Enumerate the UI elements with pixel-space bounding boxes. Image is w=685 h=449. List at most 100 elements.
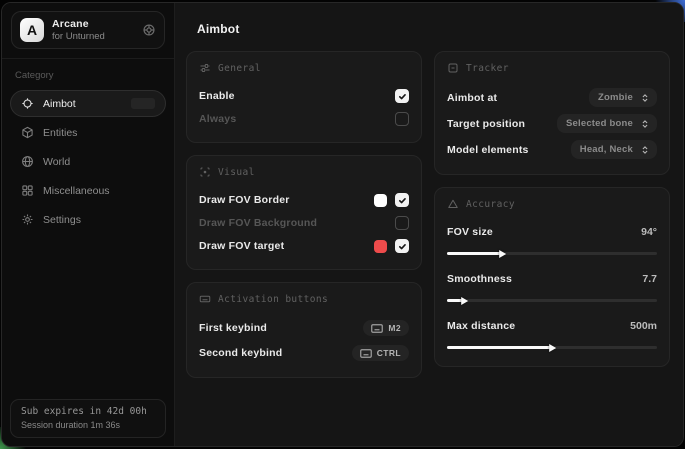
- smoothness-value: 7.7: [642, 273, 657, 285]
- fov-size-value: 94°: [641, 226, 657, 238]
- slider-fill: [447, 346, 552, 349]
- app-logo: A: [20, 18, 44, 42]
- section-title: Accuracy: [466, 199, 515, 210]
- fov-border-row: Draw FOV Border: [199, 189, 409, 211]
- aimbot-at-row: Aimbot at Zombie: [447, 85, 657, 110]
- fov-background-checkbox[interactable]: [395, 216, 409, 230]
- general-card: General Enable Always: [186, 51, 422, 143]
- slider-track: [447, 299, 657, 302]
- fov-background-row: Draw FOV Background: [199, 212, 409, 234]
- sidebar-item-label: Aimbot: [43, 98, 76, 110]
- fov-size-label: FOV size: [447, 226, 493, 238]
- sidebar-item-label: Entities: [43, 127, 77, 139]
- app-subtitle: for Unturned: [52, 31, 105, 42]
- smoothness-slider[interactable]: [447, 296, 657, 305]
- section-title: General: [218, 63, 261, 74]
- accuracy-section-header: Accuracy: [447, 198, 657, 210]
- subscription-info-box: Sub expires in 42d 00h Session duration …: [10, 399, 166, 438]
- sidebar-item-aimbot[interactable]: Aimbot: [10, 90, 166, 117]
- always-checkbox[interactable]: [395, 112, 409, 126]
- second-keybind-row: Second keybind CTRL: [199, 341, 409, 365]
- session-duration-text: Session duration 1m 36s: [21, 420, 155, 430]
- sub-expiry-text: Sub expires in 42d 00h: [21, 406, 155, 417]
- slider-thumb[interactable]: [549, 344, 556, 352]
- sidebar-nav: Category Aimbot Entities: [2, 59, 174, 235]
- activation-buttons-card: Activation buttons First keybind M2: [186, 282, 422, 378]
- target-position-select[interactable]: Selected bone: [557, 114, 657, 133]
- keybind-value: CTRL: [377, 348, 401, 358]
- always-row: Always: [199, 108, 409, 130]
- model-elements-select[interactable]: Head, Neck: [571, 140, 657, 159]
- aimbot-at-select[interactable]: Zombie: [589, 88, 657, 107]
- smoothness-row: Smoothness 7.7: [447, 268, 657, 290]
- always-label: Always: [199, 113, 236, 125]
- model-elements-row: Model elements Head, Neck: [447, 137, 657, 162]
- app-brand-card: A Arcane for Unturned: [11, 11, 165, 49]
- fov-size-slider[interactable]: [447, 249, 657, 258]
- tracker-card: Tracker Aimbot at Zombie: [434, 51, 670, 175]
- globe-icon: [21, 155, 34, 168]
- second-keybind-button[interactable]: CTRL: [352, 345, 409, 361]
- target-position-row: Target position Selected bone: [447, 111, 657, 136]
- keybind-value: M2: [388, 323, 401, 333]
- select-value: Head, Neck: [580, 144, 633, 155]
- enable-label: Enable: [199, 90, 235, 102]
- sidebar-item-settings[interactable]: Settings: [10, 206, 166, 233]
- keyboard-icon: [360, 349, 372, 358]
- sliders-icon: [199, 62, 211, 74]
- smoothness-label: Smoothness: [447, 273, 512, 285]
- max-distance-group: Max distance 500m: [447, 315, 657, 352]
- fov-border-label: Draw FOV Border: [199, 194, 290, 206]
- max-distance-row: Max distance 500m: [447, 315, 657, 337]
- unfold-icon: [640, 119, 650, 129]
- slider-track: [447, 346, 657, 349]
- section-title: Activation buttons: [218, 294, 328, 305]
- select-value: Selected bone: [566, 118, 633, 129]
- smoothness-group: Smoothness 7.7: [447, 268, 657, 305]
- enable-checkbox[interactable]: [395, 89, 409, 103]
- sidebar-item-label: Miscellaneous: [43, 185, 110, 197]
- slider-thumb[interactable]: [499, 250, 506, 258]
- first-keybind-button[interactable]: M2: [363, 320, 409, 336]
- sidebar-item-label: Settings: [43, 214, 81, 226]
- section-title: Tracker: [466, 63, 509, 74]
- slider-track: [447, 252, 657, 255]
- sidebar: A Arcane for Unturned Category: [2, 3, 175, 446]
- faded-keybind-hint: [131, 98, 155, 109]
- general-section-header: General: [199, 62, 409, 74]
- triangle-icon: [447, 198, 459, 210]
- visual-section-header: Visual: [199, 166, 409, 178]
- model-elements-label: Model elements: [447, 144, 529, 156]
- app-title-block: Arcane for Unturned: [52, 18, 105, 42]
- keyboard-icon: [371, 324, 383, 333]
- accuracy-card: Accuracy FOV size 94°: [434, 187, 670, 367]
- slider-thumb[interactable]: [461, 297, 468, 305]
- fov-target-color-swatch[interactable]: [374, 240, 387, 253]
- frame-minus-icon: [447, 62, 459, 74]
- lifebuoy-settings-icon[interactable]: [142, 23, 156, 37]
- app-name: Arcane: [52, 18, 105, 30]
- sidebar-header-wrap: A Arcane for Unturned: [2, 3, 174, 59]
- fov-size-group: FOV size 94°: [447, 221, 657, 258]
- main-content: Aimbot General: [175, 3, 683, 446]
- second-keybind-label: Second keybind: [199, 347, 282, 359]
- fov-border-checkbox[interactable]: [395, 193, 409, 207]
- tracker-section-header: Tracker: [447, 62, 657, 74]
- target-position-label: Target position: [447, 118, 525, 130]
- app-window: A Arcane for Unturned Category: [1, 2, 684, 447]
- sidebar-item-world[interactable]: World: [10, 148, 166, 175]
- section-title: Visual: [218, 167, 255, 178]
- max-distance-slider[interactable]: [447, 343, 657, 352]
- activation-section-header: Activation buttons: [199, 293, 409, 305]
- sidebar-item-entities[interactable]: Entities: [10, 119, 166, 146]
- enable-row: Enable: [199, 85, 409, 107]
- gear-icon: [21, 213, 34, 226]
- fov-target-checkbox[interactable]: [395, 239, 409, 253]
- sidebar-item-miscellaneous[interactable]: Miscellaneous: [10, 177, 166, 204]
- visual-card: Visual Draw FOV Border: [186, 155, 422, 270]
- crosshair-icon: [21, 97, 34, 110]
- fov-border-color-swatch[interactable]: [374, 194, 387, 207]
- unfold-icon: [640, 145, 650, 155]
- grid-icon: [21, 184, 34, 197]
- unfold-icon: [640, 93, 650, 103]
